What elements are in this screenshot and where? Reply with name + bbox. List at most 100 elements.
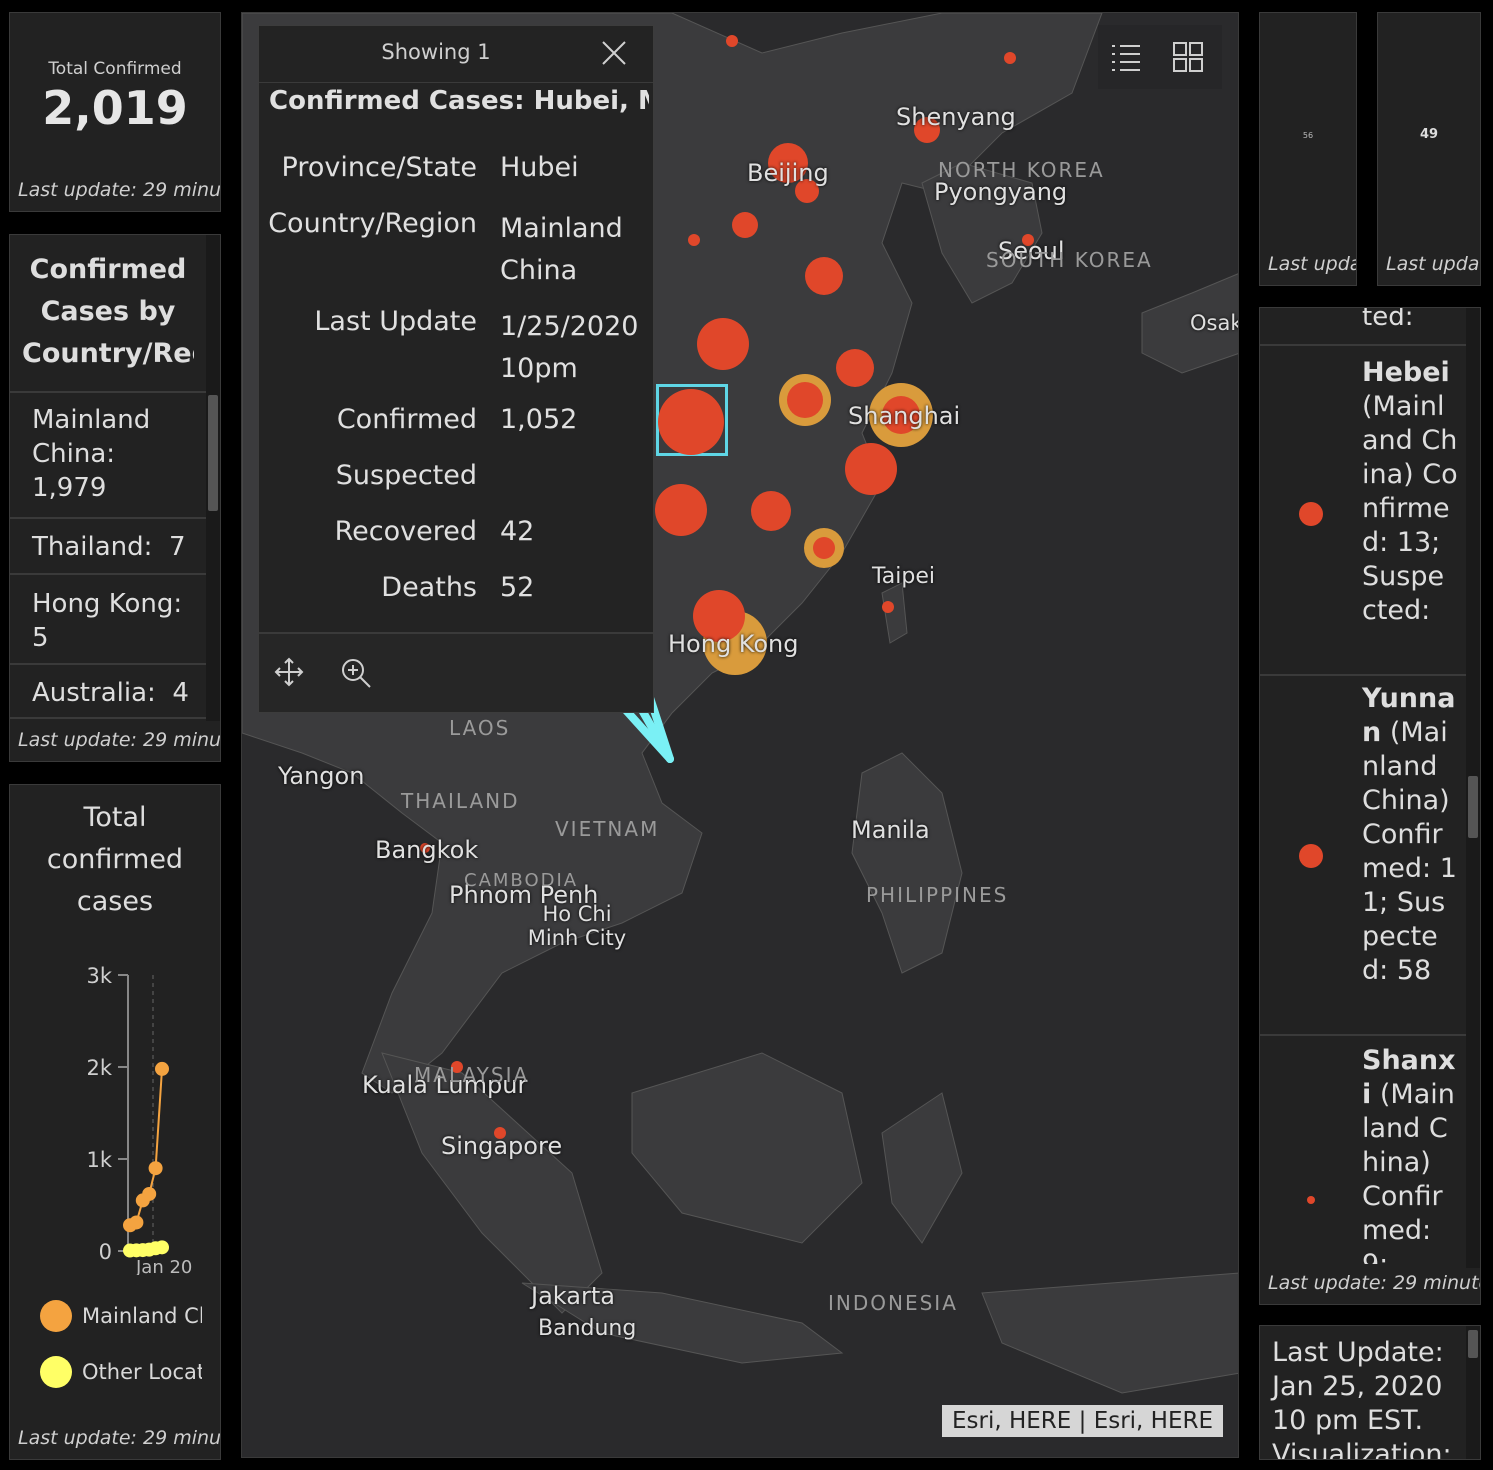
country-label: CAMBODIA (464, 870, 579, 891)
field-value: 52 (500, 572, 535, 603)
field-value: 1,052 (500, 404, 578, 435)
data-point[interactable] (129, 1215, 144, 1230)
field-label: Last Update (314, 306, 477, 337)
last-update-text: Last update: 29 minutes ago (1268, 253, 1356, 275)
case-dot[interactable] (787, 382, 823, 418)
country-label: INDONESIA (828, 1291, 958, 1315)
data-point[interactable] (148, 1161, 163, 1176)
case-dot[interactable] (813, 537, 835, 559)
basemap-gallery-icon[interactable] (1172, 41, 1204, 73)
field-label: Recovered (334, 516, 477, 547)
country-label: PHILIPPINES (866, 883, 1009, 907)
case-dot[interactable] (697, 318, 749, 370)
country-label: VIETNAM (555, 817, 660, 841)
field-label: Suspected (335, 460, 477, 491)
popup-header: Showing 1 (259, 26, 653, 83)
country-item-australia[interactable]: Australia: 4 (10, 663, 206, 719)
last-update-text: Last update: 29 minutes ago (18, 1427, 221, 1449)
total-confirmed-title: Total Confirmed (48, 59, 182, 79)
country-label: THAILAND (401, 789, 520, 813)
last-update-text: Last update: 29 minutes ago (18, 179, 221, 201)
map-attribution[interactable]: Esri, HERE | Esri, HERE (942, 1405, 1224, 1437)
info-panel: Last Update: Jan 25, 2020 10 pm EST. Vis… (1259, 1325, 1481, 1460)
close-icon[interactable] (599, 38, 629, 68)
data-point[interactable] (142, 1186, 157, 1201)
legend-swatch-other (40, 1356, 72, 1388)
city-label: Taipei (872, 564, 936, 589)
total-confirmed-chart: 3k 2k 1k 0 Jan 20 (86, 964, 192, 1275)
info-text: Last Update: Jan 25, 2020 10 pm EST. Vis… (1272, 1337, 1452, 1460)
city-label: Ho Chi Minh City (527, 902, 627, 950)
legend-list-icon[interactable] (1110, 41, 1142, 73)
country-list-scrollbar[interactable] (206, 235, 220, 721)
list-item[interactable]: Shanxi (Mainland China) Confirmed: 9; (1260, 1034, 1466, 1264)
list-item-text: Shanxi (Mainland China) Confirmed: 9; (1362, 1045, 1456, 1264)
popup-footer (259, 632, 653, 712)
x-tick-label: Jan 20 (135, 1257, 192, 1275)
city-label: Hong Kong (668, 630, 799, 658)
case-dot[interactable] (845, 443, 897, 495)
case-dot[interactable] (805, 257, 843, 295)
legend-swatch-mainland (40, 1300, 72, 1332)
city-label: Beijing (747, 159, 829, 187)
case-marker-dot (1299, 502, 1323, 526)
case-dot[interactable] (882, 601, 894, 613)
country-label: SOUTH KOREA (986, 248, 1153, 272)
recovered-panel: 49 Last update: 29 minutes ago (1377, 12, 1481, 286)
country-label: LAOS (449, 716, 511, 740)
pan-icon[interactable] (273, 656, 305, 688)
popup-count: Showing 1 (381, 40, 491, 64)
city-label: Bangkok (375, 836, 479, 864)
case-dot[interactable] (688, 234, 700, 246)
case-marker-dot (1307, 1196, 1315, 1204)
feature-popup[interactable]: Showing 1 Confirmed Cases: Hubei, M… Pro… (258, 25, 654, 713)
popup-title: Confirmed Cases: Hubei, M… (269, 86, 649, 116)
zoom-to-icon[interactable] (339, 656, 373, 690)
country-label: NORTH KOREA (938, 158, 1105, 182)
city-label: Jakarta (531, 1282, 615, 1310)
field-label: Confirmed (336, 404, 477, 435)
map-widget-bar (1098, 25, 1222, 89)
province-list-panel: ted: Hebei (Mainland China) Confirmed: 1… (1259, 307, 1481, 1305)
deaths-value: 56 (1302, 131, 1314, 140)
case-dot[interactable] (726, 35, 738, 47)
country-item-mainland-china[interactable]: Mainland China: 1,979 (10, 391, 206, 517)
case-dot[interactable] (655, 484, 707, 536)
list-top-fragment: ted: (1362, 307, 1414, 332)
y-tick-label: 2k (86, 1056, 112, 1080)
recovered-value: 49 (1419, 127, 1439, 142)
chart-panel: Total confirmed cases 3k 2k 1k 0 Jan 20 Main… (9, 784, 221, 1460)
total-confirmed-panel: Total Confirmed 2,019 Last update: 29 mi… (9, 12, 221, 212)
deaths-panel: 56 Last update: 29 minutes ago (1259, 12, 1357, 286)
case-dot-hubei[interactable] (658, 389, 724, 455)
province-list-scrollbar[interactable] (1466, 308, 1480, 1268)
country-item-hong-kong[interactable]: Hong Kong: 5 (10, 573, 206, 663)
data-point[interactable] (155, 1240, 169, 1255)
list-item-text: Yunnan (Mainland China) Confirmed: 11; S… (1362, 683, 1457, 986)
field-value: 1/25/2020 10pm (500, 311, 639, 384)
city-label: Shenyang (896, 103, 1016, 131)
field-value: Mainland China (500, 213, 623, 286)
country-item-thailand[interactable]: Thailand: 7 (10, 517, 206, 573)
country-list-panel: Confirmed Cases by Country/Region Mainla… (9, 234, 221, 762)
country-list-title: Confirmed Cases by Country/Region (22, 254, 194, 369)
city-label: Singapore (441, 1132, 563, 1160)
list-item[interactable]: Hebei (Mainland China) Confirmed: 13; Su… (1260, 344, 1466, 676)
chart-title: Total confirmed cases (46, 802, 184, 917)
last-update-text: Last update: 29 minutes ago (1386, 253, 1480, 275)
field-value: Hubei (500, 152, 579, 183)
y-tick-label: 1k (86, 1148, 112, 1172)
case-dot[interactable] (732, 212, 758, 238)
data-point[interactable] (155, 1061, 169, 1076)
case-dot[interactable] (751, 491, 791, 531)
list-item[interactable]: Yunnan (Mainland China) Confirmed: 11; S… (1260, 672, 1466, 1036)
case-dot[interactable] (836, 349, 874, 387)
list-item-text: Hebei (Mainland China) Confirmed: 13; Su… (1362, 357, 1458, 626)
city-label: Bandung (538, 1316, 637, 1341)
info-scrollbar[interactable] (1466, 1326, 1480, 1459)
case-dot[interactable] (1004, 52, 1016, 64)
case-marker-dot (1299, 844, 1323, 868)
city-label: Shanghai (848, 402, 961, 430)
field-value: 42 (500, 516, 535, 547)
total-confirmed-value: 2,019 (42, 81, 188, 135)
